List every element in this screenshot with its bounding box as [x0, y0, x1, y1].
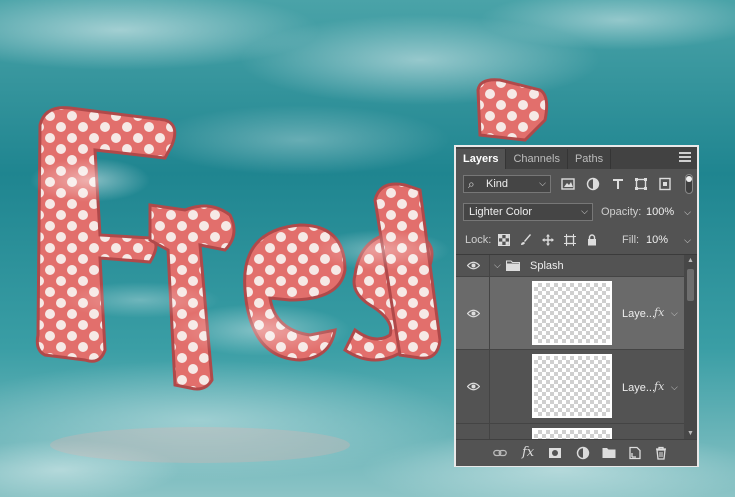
eye-icon — [467, 309, 480, 318]
image-filter-icon[interactable] — [561, 177, 575, 191]
eye-icon — [467, 382, 480, 391]
visibility-toggle[interactable] — [456, 277, 490, 349]
fx-icon[interactable]: fx — [654, 306, 664, 319]
scroll-up-icon[interactable]: ▲ — [687, 257, 694, 264]
layers-panel: Layers Channels Paths ⌕ Kind ⌵ Lighter C… — [454, 145, 699, 467]
eye-icon — [467, 261, 480, 270]
layer-thumbnail[interactable] — [532, 428, 612, 439]
adjustment-filter-icon[interactable] — [586, 177, 600, 191]
opacity-label: Opacity: — [601, 206, 642, 218]
visibility-toggle[interactable] — [456, 255, 490, 276]
new-adjustment-icon[interactable] — [576, 446, 590, 460]
effects-expand-icon[interactable]: ⌵ — [671, 382, 678, 393]
visibility-toggle[interactable] — [456, 350, 490, 423]
panel-tab-bar: Layers Channels Paths — [456, 147, 697, 169]
layer-row[interactable] — [456, 424, 684, 439]
filter-row: ⌕ Kind ⌵ — [456, 174, 697, 196]
shape-filter-icon[interactable] — [634, 177, 648, 191]
scrollbar-thumb[interactable] — [687, 269, 694, 301]
layer-thumbnail[interactable] — [532, 354, 612, 418]
layer-name: Splash — [530, 260, 564, 272]
layer-row[interactable]: Laye... fx ⌵ — [456, 350, 684, 424]
lock-all-icon[interactable] — [586, 234, 598, 246]
type-filter-icon[interactable] — [611, 177, 625, 191]
opacity-input[interactable]: 100% — [646, 206, 674, 218]
delete-layer-icon[interactable] — [654, 446, 668, 460]
new-layer-icon[interactable] — [628, 446, 642, 460]
group-expand-icon[interactable]: ⌵ — [494, 260, 501, 271]
add-mask-icon[interactable] — [548, 446, 562, 460]
lock-image-pixels-icon[interactable] — [520, 234, 532, 246]
new-group-icon[interactable] — [602, 446, 616, 460]
visibility-toggle[interactable] — [456, 424, 490, 439]
opacity-dropdown-icon[interactable]: ⌵ — [684, 207, 691, 218]
layer-name: Laye... — [622, 382, 656, 394]
tab-paths[interactable]: Paths — [568, 149, 612, 169]
effects-expand-icon[interactable]: ⌵ — [671, 308, 678, 319]
filter-toggle[interactable] — [685, 174, 693, 194]
layer-thumbnail[interactable] — [532, 281, 612, 345]
layers-bottom-toolbar: fx — [456, 439, 697, 466]
fill-label: Fill: — [622, 234, 640, 246]
filter-kind-label: Kind — [486, 178, 509, 190]
layer-group-splash[interactable]: ⌵ Splash — [456, 255, 684, 277]
layer-list: ⌵ Splash Laye... fx ⌵ Laye... fx ⌵ — [456, 255, 684, 439]
tab-channels[interactable]: Channels — [506, 149, 568, 169]
panel-menu-icon[interactable] — [679, 152, 691, 163]
filter-kind-select[interactable]: ⌕ Kind ⌵ — [463, 175, 551, 193]
fx-icon[interactable]: fx — [654, 380, 664, 393]
chevron-down-icon: ⌵ — [581, 206, 588, 216]
fill-dropdown-icon[interactable]: ⌵ — [684, 235, 691, 246]
folder-icon — [506, 260, 520, 271]
blend-row: Lighter Color ⌵ Opacity: 100% ⌵ — [456, 202, 697, 224]
smart-object-filter-icon[interactable] — [658, 177, 672, 191]
tab-layers[interactable]: Layers — [456, 149, 507, 169]
search-icon: ⌕ — [468, 177, 475, 191]
add-style-icon[interactable]: fx — [522, 445, 534, 460]
lock-label: Lock: — [465, 234, 492, 246]
layer-name: Laye... — [622, 308, 656, 320]
layer-list-scrollbar[interactable]: ▲ ▼ — [684, 255, 697, 439]
link-layers-icon[interactable] — [493, 446, 507, 460]
scroll-down-icon[interactable]: ▼ — [687, 430, 694, 437]
lock-position-icon[interactable] — [542, 234, 554, 246]
lock-row: Lock: Fill: 10% ⌵ — [456, 230, 697, 252]
lock-transparent-pixels-icon[interactable] — [498, 234, 510, 246]
chevron-down-icon: ⌵ — [539, 178, 546, 188]
lock-artboard-icon[interactable] — [564, 234, 576, 246]
layer-row-selected[interactable]: Laye... fx ⌵ — [456, 277, 684, 350]
blend-mode-select[interactable]: Lighter Color ⌵ — [463, 203, 593, 221]
blend-mode-value: Lighter Color — [469, 206, 532, 218]
fill-input[interactable]: 10% — [646, 234, 668, 246]
